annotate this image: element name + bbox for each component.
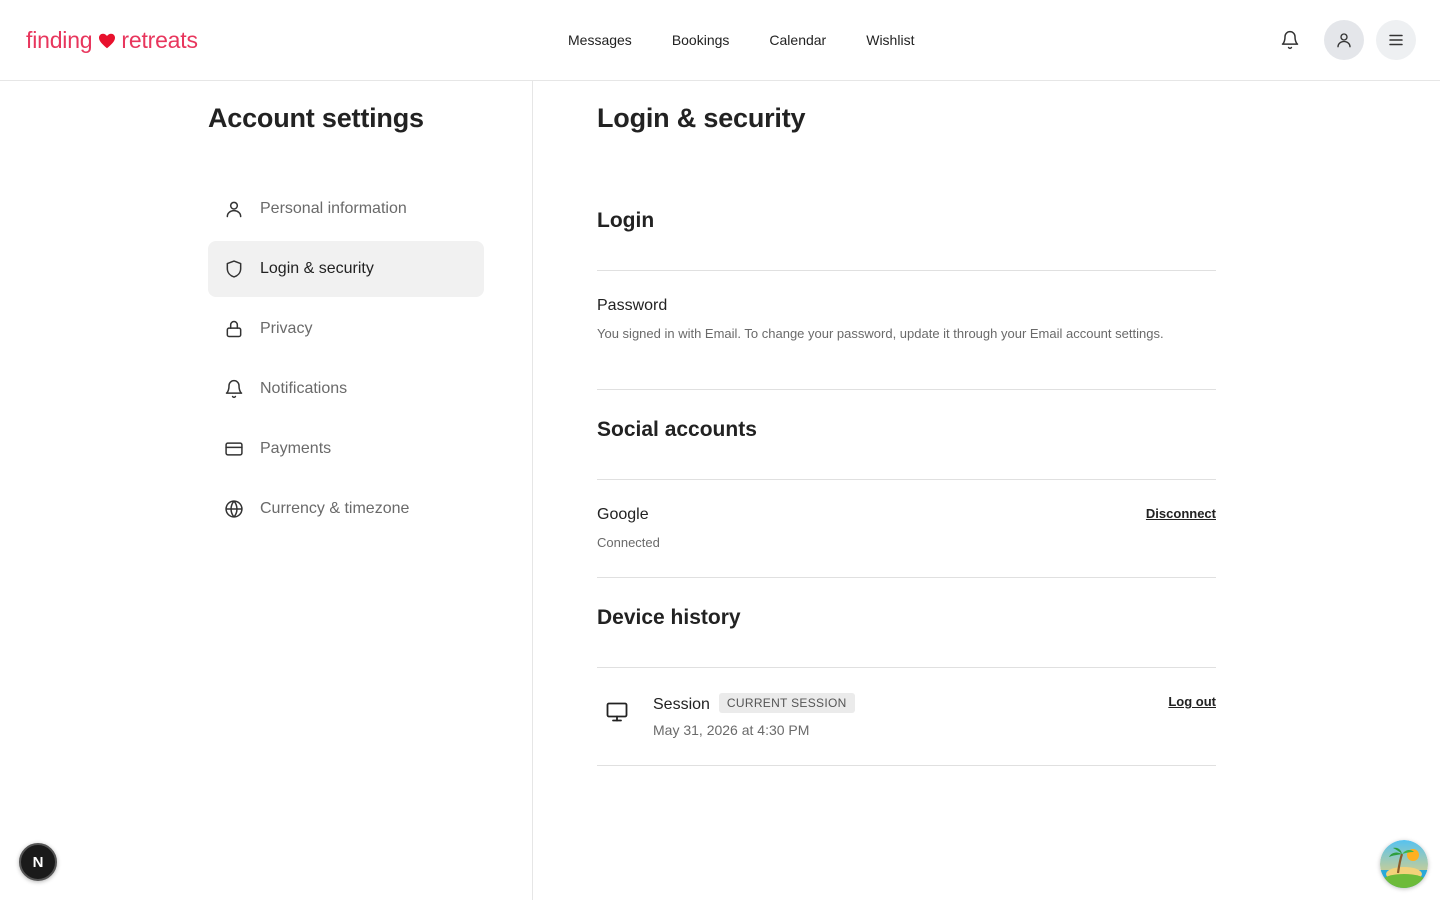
profile-button[interactable]: [1324, 20, 1364, 60]
heart-icon: [99, 33, 116, 49]
session-row: Session CURRENT SESSION: [653, 693, 855, 714]
globe-icon: [224, 499, 244, 519]
notifications-button[interactable]: [1270, 20, 1310, 60]
nav-bookings[interactable]: Bookings: [672, 31, 730, 49]
user-icon: [1337, 33, 1351, 48]
sidebar-item-privacy[interactable]: Privacy: [208, 301, 484, 357]
disconnect-button[interactable]: Disconnect: [1146, 506, 1216, 521]
logo-text-right: retreats: [121, 26, 198, 53]
main-nav: Messages Bookings Calendar Wishlist: [568, 31, 914, 49]
nextjs-dev-badge[interactable]: N: [19, 843, 57, 881]
page-title: Login & security: [597, 103, 806, 133]
sidebar-item-notifications[interactable]: Notifications: [208, 361, 484, 417]
log-out-button[interactable]: Log out: [1168, 694, 1216, 709]
lock-icon: [224, 319, 244, 339]
google-account-status: Connected: [597, 535, 660, 550]
nav-wishlist[interactable]: Wishlist: [866, 31, 914, 49]
sidebar-item-label: Currency & timezone: [260, 500, 410, 517]
nav-calendar[interactable]: Calendar: [769, 31, 826, 49]
sidebar-item-personal-information[interactable]: Personal information: [208, 181, 484, 237]
google-account-title: Google: [597, 506, 649, 523]
divider: [597, 270, 1216, 271]
divider: [597, 577, 1216, 578]
nav-messages[interactable]: Messages: [568, 31, 632, 49]
credit-card-icon: [224, 439, 244, 459]
shield-icon: [224, 259, 244, 279]
logo[interactable]: finding retreats: [26, 26, 198, 54]
top-header: finding retreats Messages Bookings Calen…: [0, 0, 1440, 81]
user-icon: [224, 199, 244, 219]
sidebar-item-label: Login & security: [260, 260, 374, 277]
session-timestamp: May 31, 2026 at 4:30 PM: [653, 722, 810, 738]
sidebar-item-payments[interactable]: Payments: [208, 421, 484, 477]
sidebar-item-label: Personal information: [260, 200, 407, 217]
password-description: You signed in with Email. To change your…: [597, 326, 1164, 341]
current-session-badge: CURRENT SESSION: [718, 693, 855, 713]
divider: [597, 479, 1216, 480]
login-heading: Login: [597, 209, 655, 232]
bell-icon: [1281, 30, 1299, 50]
logo-text-left: finding: [26, 26, 93, 53]
hamburger-icon: [1389, 34, 1403, 46]
divider: [597, 667, 1216, 668]
bell-icon: [224, 379, 244, 399]
monitor-icon: [605, 700, 629, 729]
sidebar-item-label: Payments: [260, 440, 332, 457]
sidebar-item-login-security[interactable]: Login & security: [208, 241, 484, 297]
settings-sidebar: Account settings Personal information Lo…: [0, 81, 533, 900]
password-title: Password: [597, 297, 668, 314]
session-title: Session: [653, 696, 710, 713]
sidebar-item-label: Notifications: [260, 380, 348, 397]
island-avatar-button[interactable]: [1380, 840, 1428, 888]
divider: [597, 389, 1216, 390]
palm-island-icon: [1380, 840, 1428, 888]
n-badge-label: N: [32, 853, 44, 871]
divider: [597, 765, 1216, 766]
sidebar-item-currency-timezone[interactable]: Currency & timezone: [208, 481, 484, 537]
sidebar-item-label: Privacy: [260, 320, 313, 337]
device-history-heading: Device history: [597, 606, 741, 629]
sidebar-title: Account settings: [208, 103, 424, 133]
social-accounts-heading: Social accounts: [597, 418, 757, 441]
menu-button[interactable]: [1376, 20, 1416, 60]
